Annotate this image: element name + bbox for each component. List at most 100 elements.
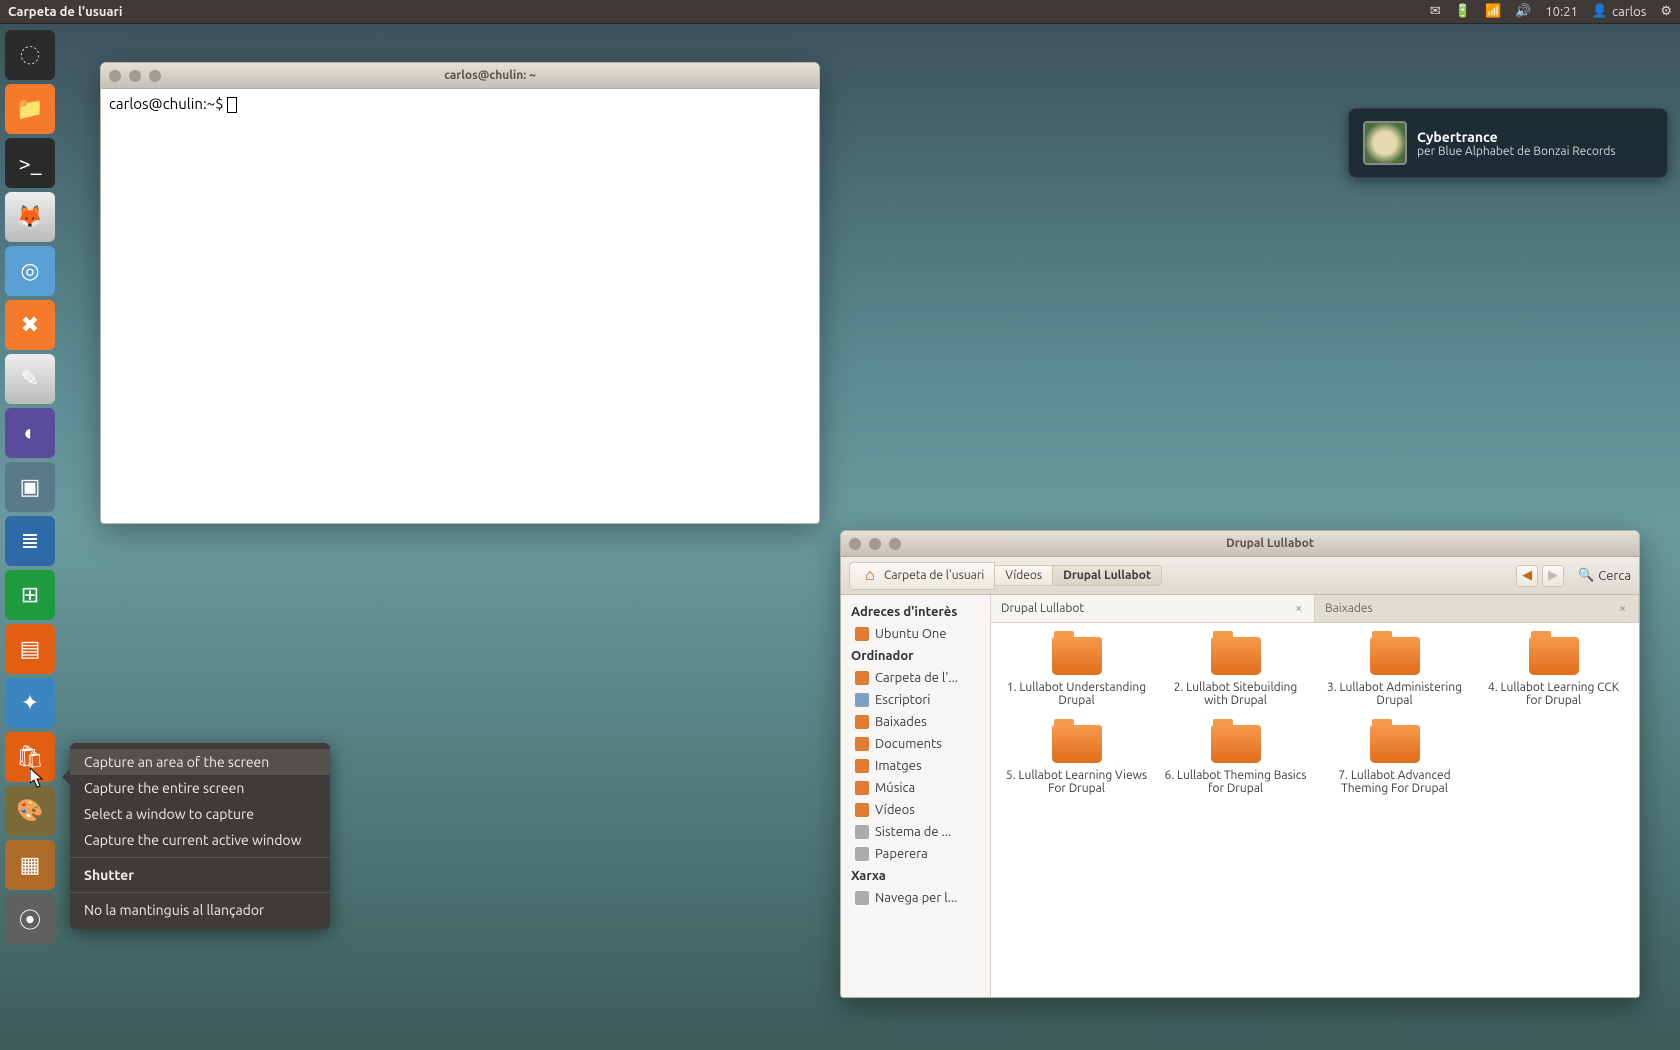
launcher-text-editor[interactable]: ✎ [5, 354, 55, 404]
folder-icon [1211, 725, 1261, 763]
user-menu[interactable]: 👤 carlos [1592, 4, 1646, 19]
launcher-workspace-switcher[interactable]: ▦ [5, 840, 55, 890]
terminal-window[interactable]: carlos@chulin: ~ carlos@chulin:~$ [100, 62, 820, 524]
crumb-videos[interactable]: Vídeos [995, 565, 1053, 586]
folder-label: 2. Lullabot Sitebuilding with Drupal [1162, 681, 1309, 707]
tab-close-icon[interactable]: × [1293, 602, 1304, 615]
sidebar-item[interactable]: Baixades [841, 711, 990, 733]
sidebar-item-label: Carpeta de l'... [875, 671, 958, 685]
file-browser-window[interactable]: Drupal Lullabot ⌂Carpeta de l'usuari Víd… [840, 530, 1640, 998]
folder-item[interactable]: 4. Lullabot Learning CCK for Drupal [1474, 637, 1633, 707]
ql-capture-area[interactable]: Capture an area of the screen [70, 749, 330, 775]
sidebar-item[interactable]: Ubuntu One [841, 623, 990, 645]
system-cog-icon[interactable]: ⚙ [1660, 4, 1672, 19]
files-title: Drupal Lullabot [909, 537, 1631, 550]
ql-capture-active[interactable]: Capture the current active window [70, 827, 330, 853]
launcher-shutter[interactable]: ✦ [5, 678, 55, 728]
sidebar-item[interactable]: Carpeta de l'... [841, 667, 990, 689]
folder-item[interactable]: 2. Lullabot Sitebuilding with Drupal [1156, 637, 1315, 707]
shutter-quicklist: Capture an area of the screen Capture th… [70, 743, 330, 929]
crumb-home[interactable]: ⌂Carpeta de l'usuari [849, 562, 995, 590]
sidebar-item[interactable]: Documents [841, 733, 990, 755]
sidebar-item[interactable]: Paperera [841, 843, 990, 865]
terminal-title: carlos@chulin: ~ [169, 69, 811, 82]
terminal-prompt: carlos@chulin:~$ [109, 95, 224, 112]
sidebar-item[interactable]: Imatges [841, 755, 990, 777]
launcher-firefox[interactable]: 🦊 [5, 192, 55, 242]
folder-icon [855, 781, 869, 795]
sidebar-item-label: Vídeos [875, 803, 915, 817]
crumb-current[interactable]: Drupal Lullabot [1053, 565, 1162, 586]
sidebar-item-label: Sistema de ... [875, 825, 951, 839]
nav-forward-button[interactable]: ▶ [1542, 565, 1564, 587]
folder-icon [855, 671, 869, 685]
folder-item[interactable]: 1. Lullabot Understanding Drupal [997, 637, 1156, 707]
window-maximize-button[interactable] [149, 70, 161, 82]
folder-icon [1211, 637, 1261, 675]
window-close-button[interactable] [849, 538, 861, 550]
notification-body: per Blue Alphabet de Bonzai Records [1417, 145, 1616, 158]
launcher-ubuntu-dash[interactable]: ◌ [5, 30, 55, 80]
file-tab[interactable]: Drupal Lullabot× [991, 595, 1315, 622]
ql-unpin[interactable]: No la mantinguis al llançador [70, 897, 330, 923]
search-button[interactable]: 🔍 Cerca [1578, 568, 1631, 583]
window-minimize-button[interactable] [129, 70, 141, 82]
mail-icon[interactable]: ✉ [1430, 4, 1441, 19]
launcher-chromium[interactable]: ◎ [5, 246, 55, 296]
folder-item[interactable]: 7. Lullabot Advanced Theming For Drupal [1315, 725, 1474, 795]
sidebar-item-label: Documents [875, 737, 942, 751]
folder-icon [855, 627, 869, 641]
breadcrumb: ⌂Carpeta de l'usuari Vídeos Drupal Lulla… [849, 562, 1162, 590]
launcher-ubuntu-software[interactable]: 🛍 [5, 732, 55, 782]
ql-select-window[interactable]: Select a window to capture [70, 801, 330, 827]
folder-label: 5. Lullabot Learning Views For Drupal [1003, 769, 1150, 795]
launcher-terminal[interactable]: >_ [5, 138, 55, 188]
top-panel: Carpeta de l'usuari ✉ 🔋 📶 🔊 10:21 👤 carl… [0, 0, 1680, 24]
folder-icon [855, 759, 869, 773]
files-titlebar[interactable]: Drupal Lullabot [841, 531, 1639, 557]
media-notification: Cybertrance per Blue Alphabet de Bonzai … [1348, 108, 1668, 178]
launcher-eclipse[interactable]: ◐ [5, 408, 55, 458]
ql-capture-screen[interactable]: Capture the entire screen [70, 775, 330, 801]
sidebar-item[interactable]: Vídeos [841, 799, 990, 821]
sidebar-item[interactable]: Escriptori [841, 689, 990, 711]
folder-item[interactable]: 3. Lullabot Administering Drupal [1315, 637, 1474, 707]
tab-label: Baixades [1325, 602, 1373, 615]
folder-icon [1052, 725, 1102, 763]
sidebar-item[interactable]: Navega per l... [841, 887, 990, 909]
launcher-impress[interactable]: ▤ [5, 624, 55, 674]
battery-icon[interactable]: 🔋 [1455, 4, 1471, 19]
ql-app-title[interactable]: Shutter [70, 862, 330, 888]
launcher-writer[interactable]: ≣ [5, 516, 55, 566]
window-minimize-button[interactable] [869, 538, 881, 550]
terminal-titlebar[interactable]: carlos@chulin: ~ [101, 63, 819, 89]
folder-item[interactable]: 5. Lullabot Learning Views For Drupal [997, 725, 1156, 795]
folder-icon [1370, 637, 1420, 675]
clock[interactable]: 10:21 [1545, 5, 1578, 19]
terminal-body[interactable]: carlos@chulin:~$ [101, 89, 819, 523]
album-art-icon [1363, 121, 1407, 165]
window-close-button[interactable] [109, 70, 121, 82]
launcher-calc[interactable]: ⊞ [5, 570, 55, 620]
sidebar-item[interactable]: Sistema de ... [841, 821, 990, 843]
launcher-gimp[interactable]: 🎨 [5, 786, 55, 836]
folder-item[interactable]: 6. Lullabot Theming Basics for Drupal [1156, 725, 1315, 795]
sidebar-item[interactable]: Música [841, 777, 990, 799]
window-maximize-button[interactable] [889, 538, 901, 550]
file-tab[interactable]: Baixades × [1315, 595, 1639, 622]
files-toolbar: ⌂Carpeta de l'usuari Vídeos Drupal Lulla… [841, 557, 1639, 595]
launcher-mounted-drive[interactable]: ⦿ [5, 894, 55, 944]
wifi-icon[interactable]: 📶 [1485, 4, 1501, 19]
launcher-xchat[interactable]: ✖ [5, 300, 55, 350]
sidebar-heading-network: Xarxa [841, 865, 990, 887]
sidebar-heading-computer: Ordinador [841, 645, 990, 667]
nav-back-button[interactable]: ◀ [1516, 565, 1538, 587]
tab-close-icon[interactable]: × [1617, 602, 1628, 615]
folder-label: 3. Lullabot Administering Drupal [1321, 681, 1468, 707]
launcher-virtualbox[interactable]: ▣ [5, 462, 55, 512]
sound-icon[interactable]: 🔊 [1515, 4, 1531, 19]
sidebar-item-label: Música [875, 781, 915, 795]
home-icon: ⌂ [860, 566, 880, 586]
launcher-file-manager[interactable]: 📁 [5, 84, 55, 134]
unity-launcher: ◌📁>_🦊◎✖✎◐▣≣⊞▤✦🛍🎨▦⦿ [0, 24, 60, 1050]
